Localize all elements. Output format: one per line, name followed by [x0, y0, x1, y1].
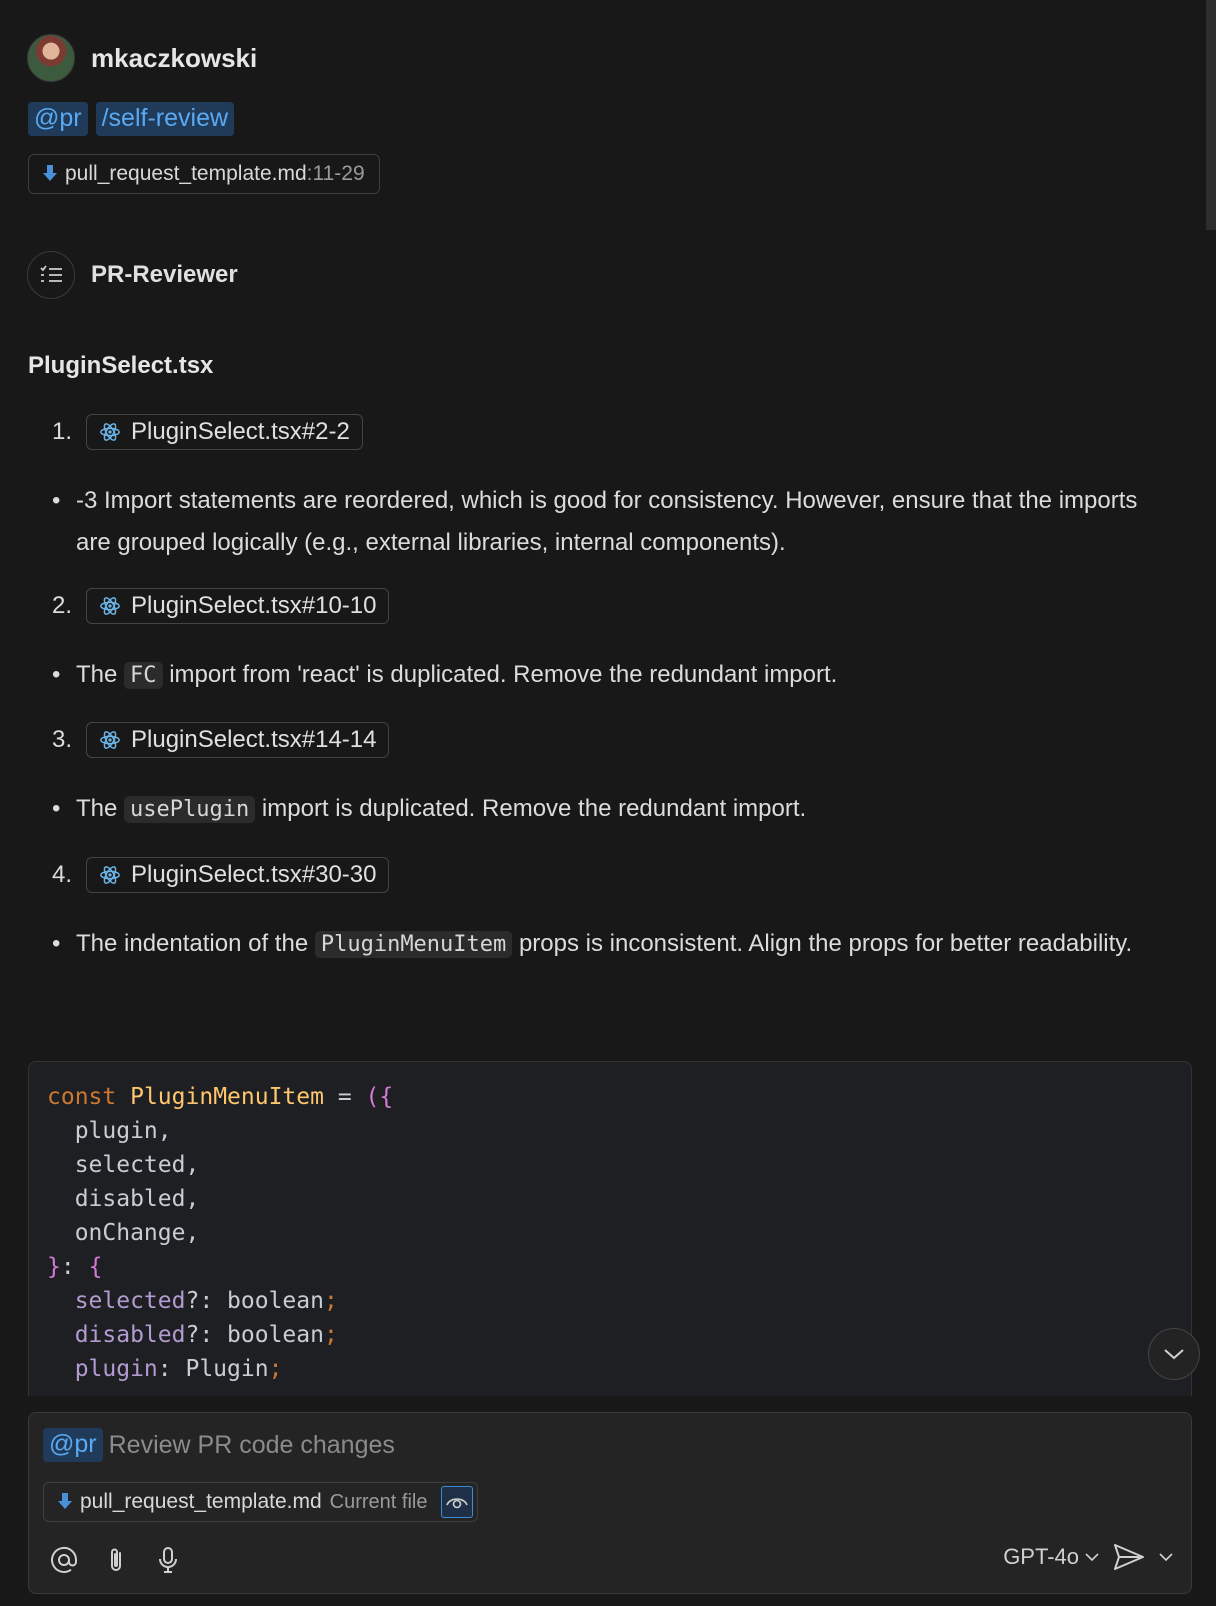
markdown-file-icon [43, 165, 57, 181]
input-actions: GPT-4o [1003, 1543, 1173, 1571]
paperclip-icon[interactable] [101, 1545, 131, 1575]
code-token: ?: boolean [185, 1322, 324, 1348]
code-property: disabled [47, 1322, 186, 1348]
comment-text: The indentation of the [76, 930, 315, 957]
comment-text: The [76, 795, 125, 822]
code-property: selected [47, 1288, 186, 1314]
inline-code: usePlugin [124, 796, 256, 823]
user-header: mkaczkowski [27, 34, 257, 82]
scroll-to-bottom-button[interactable] [1148, 1328, 1200, 1380]
context-file-name: pull_request_template.md [80, 1490, 322, 1513]
code-token: ; [323, 1288, 338, 1314]
context-file-chip[interactable]: pull_request_template.md Current file [43, 1482, 479, 1522]
item-number: 3. [52, 726, 73, 753]
code-property: plugin [47, 1356, 158, 1382]
list-item: 1. PluginSelect.tsx#2-2 [52, 414, 363, 450]
code-bracket: { [88, 1254, 103, 1280]
react-icon [100, 866, 120, 884]
eye-icon[interactable] [441, 1486, 474, 1518]
code-token: ?: boolean [185, 1288, 324, 1314]
chevron-down-icon [1164, 1349, 1184, 1360]
review-comment: • The indentation of the PluginMenuItem p… [52, 930, 1133, 958]
agent-header: PR-Reviewer [27, 251, 238, 299]
comment-text: props is inconsistent. Align the props f… [512, 930, 1133, 957]
code-token: ; [268, 1356, 283, 1382]
code-line: plugin, [47, 1118, 172, 1144]
react-icon [100, 423, 120, 441]
react-icon [100, 731, 120, 749]
file-reference-chip[interactable]: PluginSelect.tsx#10-10 [86, 588, 390, 624]
reference-label: PluginSelect.tsx#30-30 [131, 861, 377, 888]
chat-input[interactable]: @pr Review PR code changes [43, 1428, 395, 1462]
item-number: 4. [52, 861, 73, 888]
file-reference-chip[interactable]: PluginSelect.tsx#2-2 [86, 414, 363, 450]
chat-transcript[interactable]: mkaczkowski @pr /self-review pull_reques… [0, 0, 1216, 1396]
reference-label: PluginSelect.tsx#10-10 [131, 592, 377, 619]
microphone-icon[interactable] [153, 1545, 183, 1575]
agent-name: PR-Reviewer [91, 261, 238, 288]
markdown-file-icon [58, 1493, 72, 1509]
reference-label: PluginSelect.tsx#2-2 [131, 418, 350, 445]
code-token: = [323, 1084, 366, 1110]
comment-text: import is duplicated. Remove the redunda… [255, 795, 807, 822]
inline-code: FC [124, 662, 163, 689]
mention-self-review[interactable]: /self-review [95, 102, 235, 136]
at-icon[interactable] [49, 1545, 79, 1575]
attached-file-range: :11-29 [306, 162, 365, 185]
input-mention: @pr [43, 1428, 103, 1462]
code-token: ; [323, 1322, 338, 1348]
scrollbar[interactable] [1206, 0, 1216, 230]
username: mkaczkowski [91, 42, 258, 73]
send-icon[interactable] [1113, 1543, 1145, 1571]
input-placeholder: Review PR code changes [108, 1430, 395, 1459]
attached-file-chip[interactable]: pull_request_template.md:11-29 [28, 154, 380, 194]
item-number: 2. [52, 592, 73, 619]
file-reference-chip[interactable]: PluginSelect.tsx#14-14 [86, 722, 390, 758]
model-selector[interactable]: GPT-4o [1003, 1544, 1099, 1570]
input-toolbar [49, 1545, 183, 1575]
code-bracket: } [47, 1254, 61, 1280]
comment-text: import from 'react' is duplicated. Remov… [162, 661, 838, 688]
review-comment: • The FC import from 'react' is duplicate… [52, 661, 838, 689]
code-line: disabled, [47, 1186, 200, 1212]
list-icon [27, 251, 75, 299]
current-file-label: Current file [329, 1490, 428, 1513]
section-title: PluginSelect.tsx [28, 352, 214, 379]
review-comment: • -3 Import statements are reordered, whi… [52, 480, 1162, 564]
file-reference-chip[interactable]: PluginSelect.tsx#30-30 [86, 857, 390, 893]
comment-text: -3 Import statements are reordered, whic… [76, 487, 1138, 556]
code-identifier: PluginMenuItem [130, 1084, 324, 1110]
message-mentions: @pr /self-review [28, 102, 235, 136]
list-item: 3. PluginSelect.tsx#14-14 [52, 722, 390, 758]
list-item: 2. PluginSelect.tsx#10-10 [52, 588, 390, 624]
chevron-down-icon [1085, 1552, 1099, 1561]
react-icon [100, 597, 120, 615]
inline-code: PluginMenuItem [314, 931, 513, 958]
item-number: 1. [52, 418, 73, 445]
code-block[interactable]: const PluginMenuItem = ({ plugin, select… [28, 1061, 1192, 1396]
review-comment: • The usePlugin import is duplicated. Rem… [52, 795, 807, 823]
code-line: onChange, [47, 1220, 200, 1246]
chevron-down-icon[interactable] [1159, 1552, 1173, 1562]
chat-input-panel: @pr Review PR code changes pull_request_… [28, 1412, 1192, 1594]
comment-text: The [76, 661, 125, 688]
code-line: selected, [47, 1152, 200, 1178]
model-name: GPT-4o [1003, 1544, 1079, 1569]
list-item: 4. PluginSelect.tsx#30-30 [52, 857, 390, 893]
avatar [27, 34, 75, 82]
code-token: : Plugin [157, 1356, 269, 1382]
mention-pr[interactable]: @pr [28, 102, 88, 136]
code-bracket: ({ [365, 1084, 394, 1110]
reference-label: PluginSelect.tsx#14-14 [131, 726, 377, 753]
code-token: : [60, 1254, 89, 1280]
attached-file-name: pull_request_template.md [65, 162, 307, 185]
code-keyword: const [47, 1084, 117, 1110]
